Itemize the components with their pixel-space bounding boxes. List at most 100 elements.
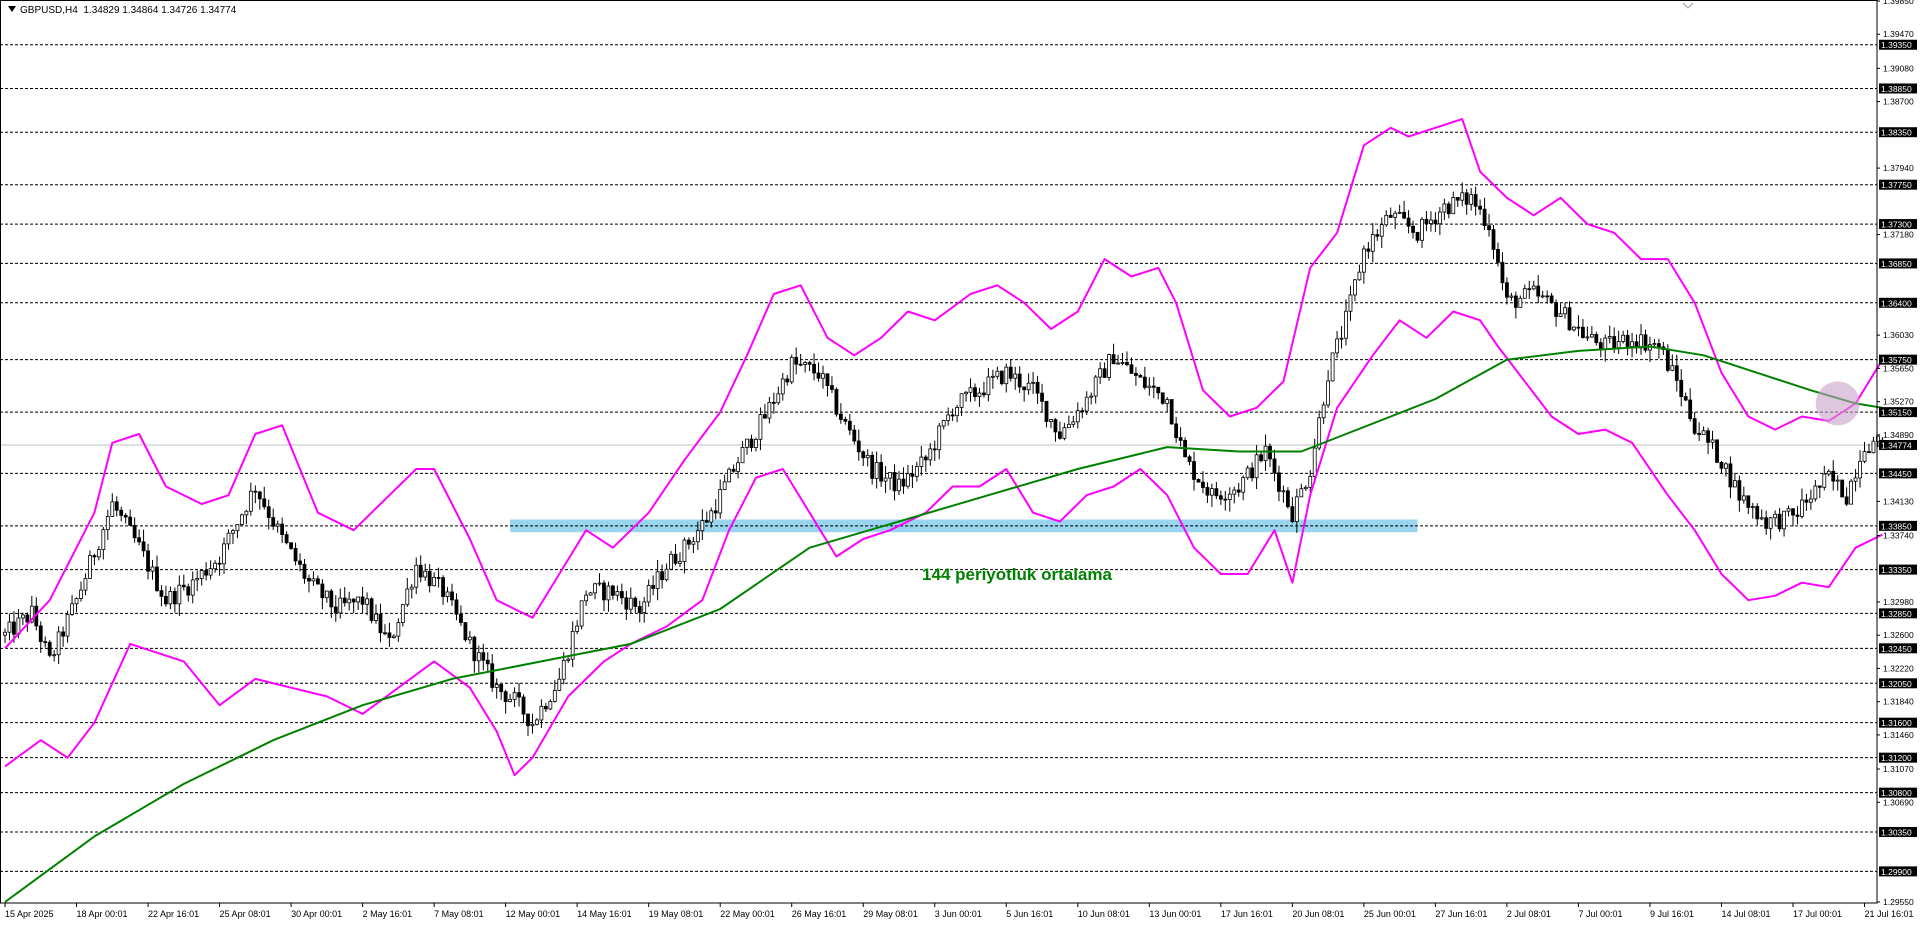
- candle-body: [1741, 495, 1746, 501]
- x-tick-label: 17 Jun 16:01: [1221, 909, 1273, 919]
- candle-body: [271, 517, 276, 527]
- candle-body: [266, 506, 271, 518]
- candle-body: [459, 613, 463, 623]
- candle-body: [910, 473, 915, 477]
- candle-body: [655, 571, 660, 589]
- candle-body: [244, 510, 249, 516]
- candle-body: [1147, 385, 1152, 388]
- price-chart[interactable]: 1.39350 1.38850 1.38350 1.37750 1.37300 1.368…: [0, 0, 1920, 927]
- candle-body: [168, 591, 173, 605]
- candle-body: [1004, 366, 1009, 385]
- candle-body: [347, 598, 352, 604]
- candle-body: [982, 392, 986, 396]
- candle-body: [749, 438, 754, 448]
- candle-body: [1353, 279, 1357, 296]
- candle-body: [1500, 261, 1505, 284]
- candle-body: [1366, 248, 1371, 252]
- x-tick-label: 27 Jun 16:01: [1435, 909, 1487, 919]
- candle-body: [1397, 211, 1402, 214]
- candle-body: [1835, 479, 1840, 482]
- candle-body: [1581, 326, 1585, 338]
- candle-body: [1491, 229, 1496, 250]
- x-tick-label: 25 Jun 00:01: [1364, 909, 1416, 919]
- candle-body: [597, 582, 602, 585]
- candle-body: [1393, 212, 1398, 218]
- candle-body: [763, 414, 767, 419]
- candle-body: [119, 509, 124, 516]
- candle-body: [1563, 307, 1567, 315]
- level-label: 1.31600: [1881, 718, 1912, 728]
- candle-body: [990, 375, 995, 378]
- candle-body: [159, 590, 164, 597]
- candle-body: [1339, 337, 1344, 340]
- candle-body: [1294, 496, 1299, 523]
- candle-body: [1142, 376, 1147, 388]
- x-tick-label: 20 Jun 08:01: [1292, 909, 1344, 919]
- candle-body: [400, 604, 405, 624]
- candle-body: [1066, 423, 1071, 429]
- candle-body: [1621, 334, 1626, 342]
- candle-body: [959, 393, 964, 408]
- candle-body: [432, 577, 437, 587]
- candle-body: [713, 510, 718, 514]
- candle-body: [1402, 211, 1407, 219]
- candle-body: [700, 520, 705, 532]
- candle-body: [932, 448, 937, 451]
- candle-body: [74, 598, 79, 605]
- candle-body: [1558, 313, 1563, 317]
- candle-body: [1442, 203, 1447, 213]
- candle-body: [870, 454, 875, 479]
- candle-body: [1232, 489, 1237, 495]
- level-label: 1.33350: [1881, 565, 1912, 575]
- candle-body: [1594, 334, 1599, 344]
- candle-body: [973, 387, 977, 398]
- candle-body: [530, 723, 535, 727]
- candle-body: [1777, 513, 1782, 530]
- y-tick-label: 1.37940: [1883, 163, 1914, 173]
- highlight-circle: [1815, 381, 1860, 426]
- candle-body: [1111, 354, 1116, 365]
- candle-body: [1522, 288, 1527, 299]
- candle-body: [1384, 214, 1389, 226]
- candle-body: [1335, 338, 1339, 354]
- candle-body: [1245, 467, 1250, 479]
- candle-body: [856, 440, 861, 453]
- candle-body: [1084, 396, 1089, 412]
- candle-body: [1603, 337, 1608, 351]
- candle-body: [499, 684, 504, 693]
- candle-body: [628, 597, 633, 610]
- candle-body: [1214, 488, 1219, 497]
- candle-body: [521, 696, 526, 715]
- candle-body: [240, 514, 244, 525]
- level-label: 1.32450: [1881, 644, 1912, 654]
- candle-body: [195, 578, 200, 581]
- candle-body: [821, 373, 825, 379]
- candle-body: [1210, 488, 1214, 496]
- candle-body: [1804, 499, 1809, 503]
- candle-body: [190, 579, 195, 596]
- candle-body: [1120, 362, 1125, 364]
- candle-body: [1151, 385, 1156, 388]
- candle-body: [1089, 395, 1094, 398]
- candle-body: [1795, 514, 1800, 517]
- candle-body: [1223, 498, 1228, 501]
- candle-body: [1062, 427, 1067, 439]
- candle-body: [736, 462, 740, 472]
- candle-body: [1312, 447, 1317, 477]
- candle-body: [280, 523, 285, 535]
- candle-body: [1357, 271, 1362, 281]
- candle-body: [1013, 373, 1018, 379]
- candle-body: [812, 363, 816, 374]
- candle-body: [1201, 481, 1205, 488]
- candle-body: [593, 583, 597, 594]
- candle-body: [1044, 400, 1049, 422]
- candle-body: [1433, 219, 1438, 225]
- candle-body: [253, 490, 258, 493]
- level-label: 1.32850: [1881, 609, 1912, 619]
- scroll-marker-icon[interactable]: [1682, 2, 1694, 9]
- candle-body: [132, 524, 137, 539]
- candle-body: [61, 631, 66, 637]
- candle-body: [1683, 396, 1688, 401]
- candle-body: [1858, 460, 1862, 479]
- candle-body: [1652, 343, 1657, 346]
